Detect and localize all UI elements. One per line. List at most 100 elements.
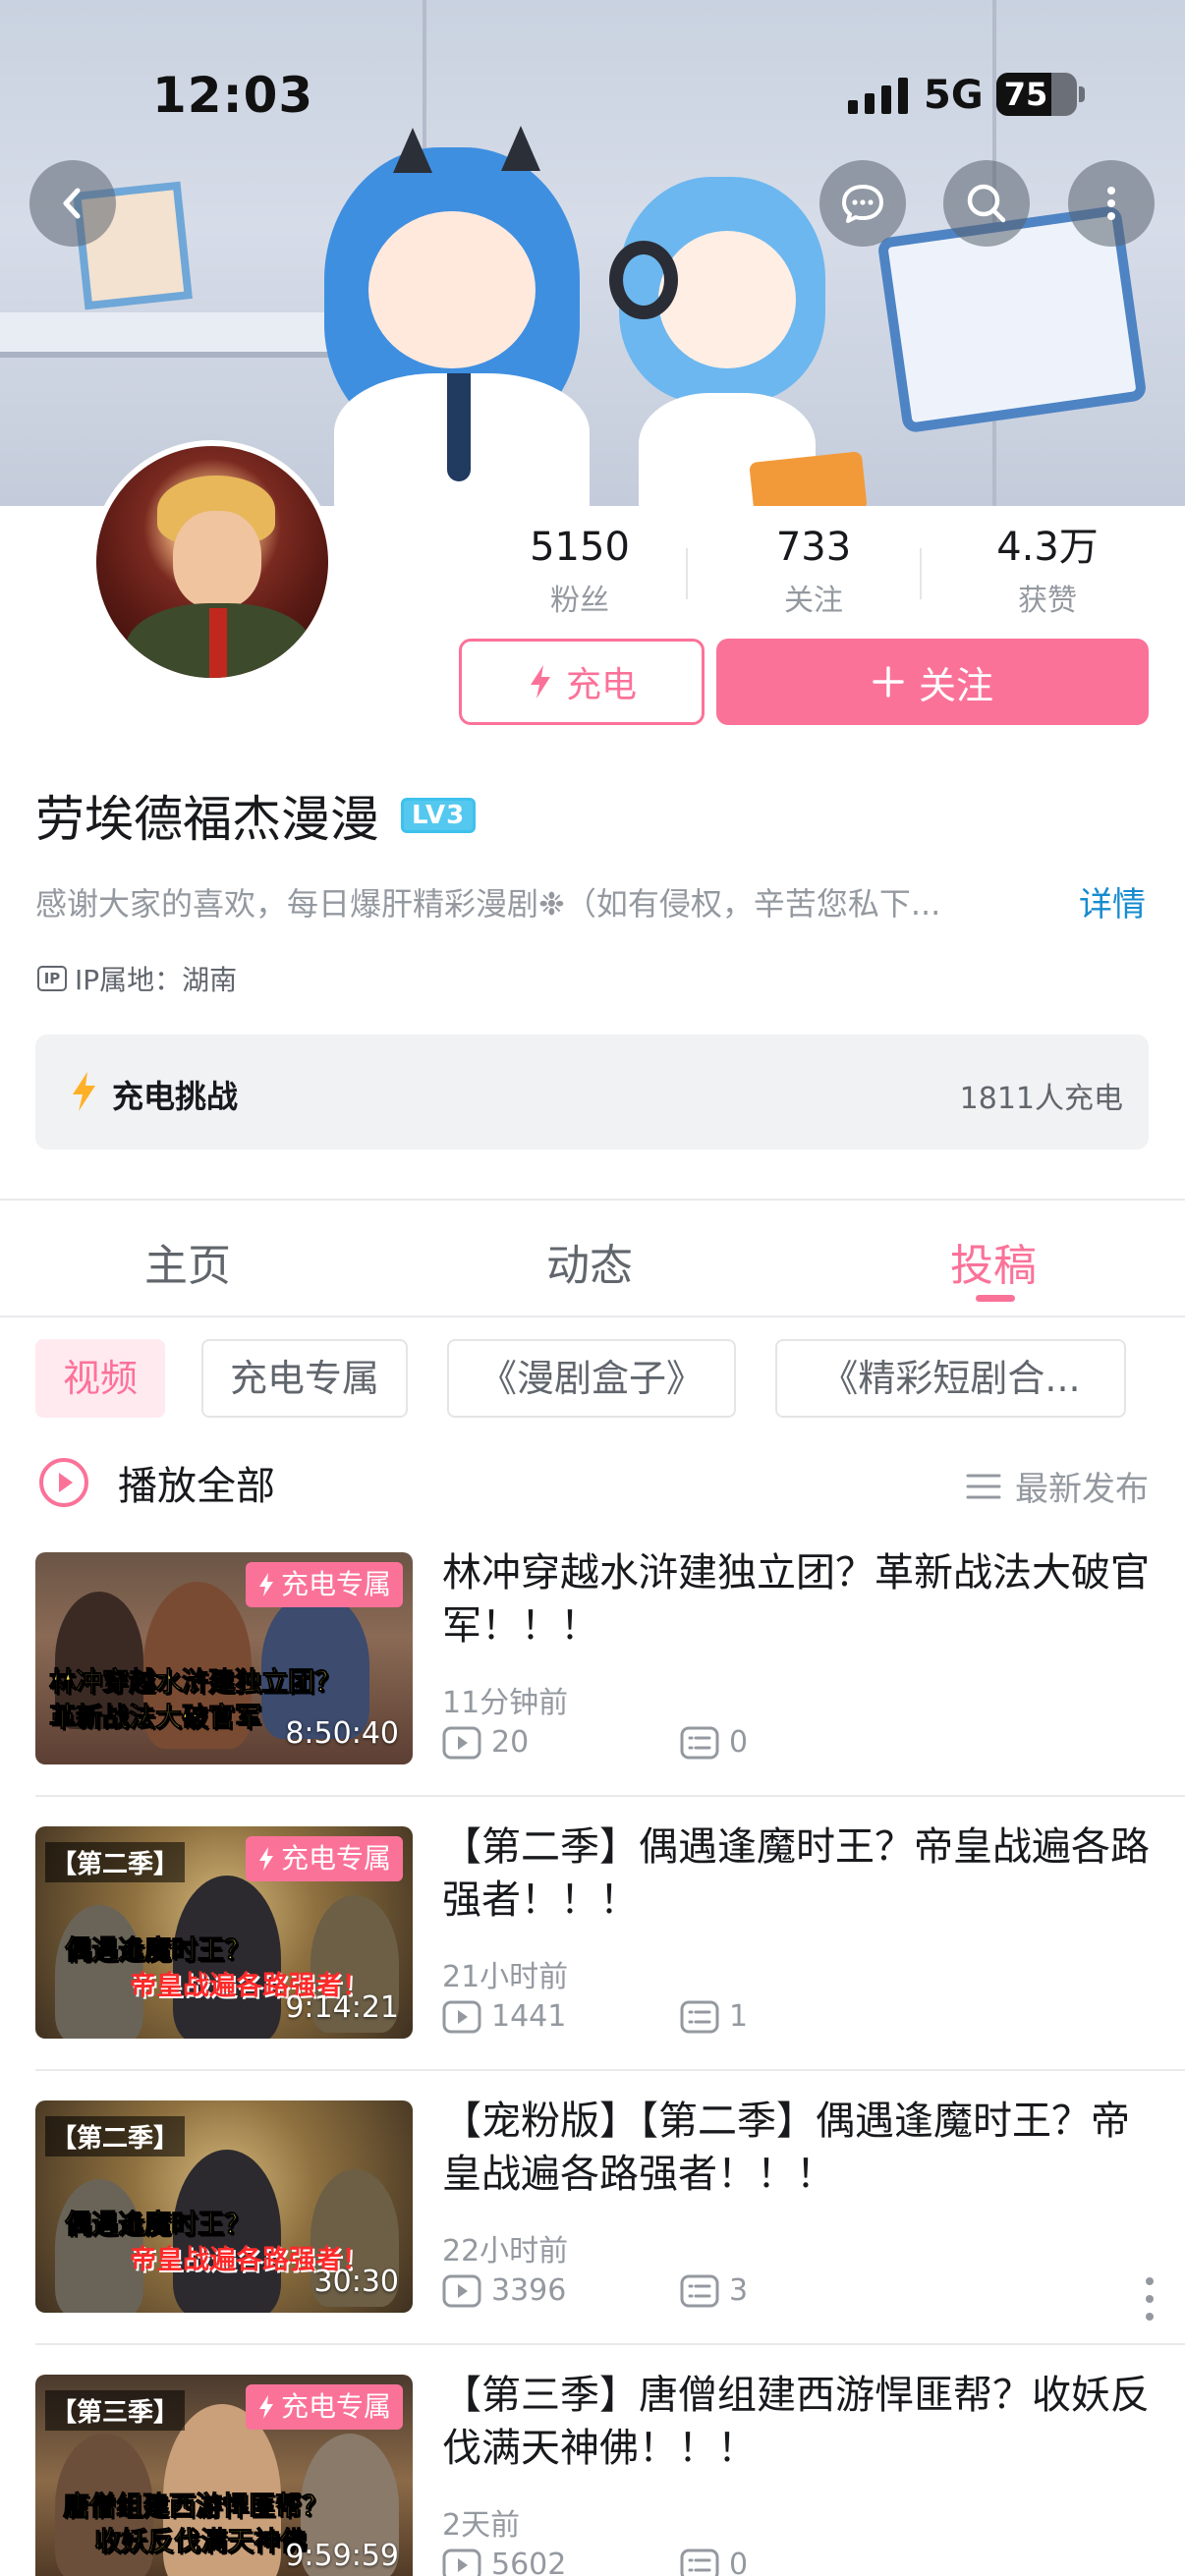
charge-exclusive-badge: 充电专属	[245, 2384, 403, 2430]
user-name: 劳埃德福杰漫漫	[35, 791, 379, 848]
comment-icon	[680, 1726, 719, 1759]
badge-label: 充电专属	[280, 2390, 391, 2423]
ip-location-text: IP属地：湖南	[75, 964, 238, 996]
play-count-value: 3396	[491, 2273, 567, 2308]
stat-label: 粉丝	[550, 584, 609, 618]
lightning-icon	[530, 665, 550, 699]
chevron-left-icon	[63, 188, 81, 219]
charge-exclusive-badge: 充电专属	[245, 1836, 403, 1881]
stat-label: 关注	[784, 584, 843, 618]
divider	[35, 1795, 1185, 1797]
comment-count-value: 1	[729, 1999, 749, 2034]
stat-following[interactable]: 733 关注	[715, 521, 912, 619]
video-duration: 30:30	[313, 2265, 399, 2299]
follow-button[interactable]: 关注	[716, 639, 1149, 725]
banner-illustration	[609, 241, 678, 319]
video-cover[interactable]: 充电专属 林冲穿越水浒建独立团？ 革新战法大破官军 8:50:40	[35, 1552, 413, 1764]
banner-illustration	[658, 231, 796, 368]
comment-count-value: 3	[729, 2273, 749, 2308]
more-button[interactable]	[1068, 160, 1155, 247]
profile-stats: 5150 粉丝 733 关注 4.3万 获赞	[481, 521, 1169, 619]
cover-caption: 偶遇逢魔时王？	[65, 1935, 252, 1967]
tab-home[interactable]: 主页	[144, 1230, 231, 1293]
lightning-icon	[258, 1573, 273, 1596]
stat-value: 733	[775, 525, 852, 570]
comment-count: 3	[680, 2273, 748, 2308]
list-icon	[966, 1474, 1001, 1498]
stat-value: 4.3万	[996, 525, 1099, 570]
level-badge: LV3	[401, 798, 477, 833]
comment-count: 1	[680, 1999, 748, 2034]
video-duration: 9:14:21	[285, 1990, 399, 2025]
sort-label: 最新发布	[1015, 1470, 1149, 1509]
stat-fans[interactable]: 5150 粉丝	[481, 521, 678, 619]
video-title[interactable]: 【第二季】偶遇逢魔时王？帝皇战遍各路强者！！！	[442, 1820, 1150, 1927]
video-cover[interactable]: 【第三季】 充电专属 唐僧组建西游悍匪帮？ 收妖反伐满天神佛 9:59:59	[35, 2375, 413, 2576]
comment-count: 0	[680, 1725, 748, 1760]
filter-charge-exclusive[interactable]: 充电专属	[201, 1339, 408, 1418]
search-icon	[967, 184, 1006, 223]
battery-level: 75	[1003, 76, 1048, 113]
charge-challenge-count: 1811人充电	[959, 1082, 1123, 1116]
ip-icon: IP	[37, 966, 67, 991]
profile-page: 12:03 5G 75 5150 粉丝 733 关注 4.3万 获赞 充电 关注…	[0, 0, 1185, 2576]
cover-caption: 唐僧组建西游悍匪帮？	[63, 2492, 329, 2523]
play-count-value: 20	[491, 1725, 530, 1760]
charge-button[interactable]: 充电	[459, 639, 705, 725]
play-count: 20	[442, 1725, 529, 1760]
user-bio[interactable]: 感谢大家的喜欢，每日爆肝精彩漫剧❉（如有侵权，辛苦您私下...	[35, 879, 1038, 924]
video-item[interactable]: 【第二季】 偶遇逢魔时王？ 帝皇战遍各路强者！ 30:30 【宠粉版】【第二季】…	[0, 2099, 1185, 2376]
video-item[interactable]: 【第三季】 充电专属 唐僧组建西游悍匪帮？ 收妖反伐满天神佛 9:59:59 【…	[0, 2373, 1185, 2576]
name-row: 劳埃德福杰漫漫 LV3	[35, 781, 477, 850]
back-button[interactable]	[29, 160, 116, 247]
video-meta: 3396 3	[442, 2273, 748, 2308]
video-meta: 1441 1	[442, 1999, 748, 2034]
play-count: 5602	[442, 2548, 566, 2576]
play-all-button[interactable]: 播放全部	[37, 1454, 275, 1511]
video-item[interactable]: 【第二季】 充电专属 偶遇逢魔时王？ 帝皇战遍各路强者！ 9:14:21 【第二…	[0, 1824, 1185, 2101]
sort-button[interactable]: 最新发布	[966, 1462, 1149, 1510]
banner-illustration	[368, 211, 536, 368]
message-button[interactable]	[819, 160, 906, 247]
comment-count-value: 0	[729, 1725, 749, 1760]
tab-posts[interactable]: 投稿	[950, 1230, 1037, 1293]
signal-icon	[848, 75, 908, 114]
video-title[interactable]: 【第三季】唐僧组建西游悍匪帮？收妖反伐满天神佛！！！	[442, 2369, 1150, 2475]
cover-caption: 林冲穿越水浒建独立团？	[49, 1667, 342, 1699]
filter-video[interactable]: 视频	[35, 1339, 165, 1418]
cover-caption: 偶遇逢魔时王？	[65, 2210, 252, 2241]
play-count: 1441	[442, 1999, 566, 2034]
video-title[interactable]: 【宠粉版】【第二季】偶遇逢魔时王？帝皇战遍各路强者！！！	[442, 2095, 1150, 2201]
comment-icon	[680, 2000, 719, 2033]
charge-exclusive-badge: 充电专属	[245, 1562, 403, 1607]
video-time: 11分钟前	[442, 1686, 569, 1720]
divider	[0, 1199, 1185, 1201]
more-vertical-icon[interactable]	[1144, 2277, 1156, 2321]
tab-dynamic[interactable]: 动态	[546, 1230, 633, 1293]
comment-count: 0	[680, 2548, 748, 2576]
video-time: 21小时前	[442, 1960, 569, 1994]
video-title[interactable]: 林冲穿越水浒建独立团？革新战法大破官军！！！	[442, 1546, 1150, 1652]
search-button[interactable]	[943, 160, 1030, 247]
bio-detail-link[interactable]: 详情	[1079, 877, 1146, 925]
follow-button-label: 关注	[918, 663, 993, 707]
filter-collection-shorts[interactable]: 《精彩短剧合...	[775, 1339, 1126, 1418]
video-time: 2天前	[442, 2508, 521, 2543]
chat-bubble-icon	[842, 185, 883, 223]
charge-challenge-card[interactable]: 充电挑战 1811人充电	[35, 1035, 1149, 1149]
video-item[interactable]: 充电专属 林冲穿越水浒建独立团？ 革新战法大破官军 8:50:40 林冲穿越水浒…	[0, 1550, 1185, 1827]
filter-collection-box[interactable]: 《漫剧盒子》	[447, 1339, 736, 1418]
play-circle-icon	[39, 1458, 88, 1507]
video-cover[interactable]: 【第二季】 偶遇逢魔时王？ 帝皇战遍各路强者！ 30:30	[35, 2100, 413, 2313]
status-time: 12:03	[152, 67, 314, 124]
video-duration: 8:50:40	[285, 1716, 399, 1751]
play-count: 3396	[442, 2273, 566, 2308]
video-cover[interactable]: 【第二季】 充电专属 偶遇逢魔时王？ 帝皇战遍各路强者！ 9:14:21	[35, 1826, 413, 2039]
play-all-label: 播放全部	[118, 1464, 275, 1509]
video-meta: 20 0	[442, 1725, 748, 1760]
avatar[interactable]	[90, 440, 334, 684]
play-count-value: 1441	[491, 1999, 567, 2034]
stat-likes[interactable]: 4.3万 获赞	[949, 521, 1146, 619]
lightning-icon	[258, 1847, 273, 1871]
lightning-icon	[73, 1072, 95, 1111]
